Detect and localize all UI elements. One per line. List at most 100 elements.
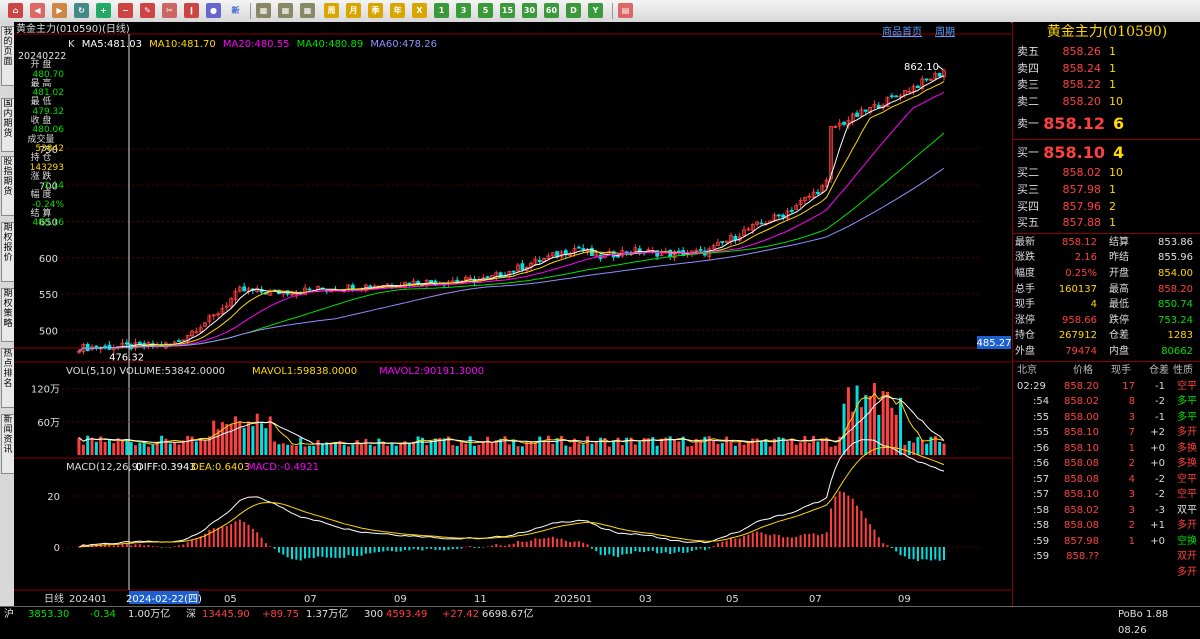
macd-bar: [238, 519, 241, 547]
sz-index[interactable]: 13445.90: [202, 607, 250, 623]
candle-body: [242, 286, 247, 292]
refresh-icon[interactable]: ↻: [74, 3, 89, 18]
ask-price[interactable]: 858.24: [1063, 61, 1102, 77]
k-label: K: [68, 39, 75, 50]
tools-icon[interactable]: ✂: [162, 3, 177, 18]
macd-bar: [382, 547, 385, 552]
home-icon[interactable]: ⌂: [8, 3, 23, 18]
bid-price[interactable]: 857.96: [1063, 199, 1102, 215]
x-tick-label: 03: [639, 594, 652, 605]
macd-bar: [130, 545, 133, 547]
volume-bar: [103, 441, 107, 455]
divider: [1013, 139, 1200, 141]
sidebar-tab[interactable]: 我的页面: [1, 26, 15, 86]
forward-icon[interactable]: ▶: [52, 3, 67, 18]
volume-bar: [868, 396, 872, 455]
candle-body: [307, 288, 312, 291]
zoom-in-icon[interactable]: +: [96, 3, 111, 18]
macd-bar: [869, 524, 872, 547]
news-icon[interactable]: ●: [206, 3, 221, 18]
sidebar-tab[interactable]: 国内期货: [1, 98, 15, 152]
macd-bar: [612, 547, 615, 557]
macd-bar: [417, 547, 420, 550]
period-button[interactable]: 5: [478, 3, 493, 18]
bid-price[interactable]: 858.10: [1043, 141, 1105, 165]
candle-body: [781, 214, 786, 218]
draw-icon[interactable]: ✎: [140, 3, 155, 18]
macd-bar: [782, 537, 785, 547]
period-button[interactable]: 年: [390, 3, 405, 18]
period-button[interactable]: 60: [544, 3, 559, 18]
back-icon[interactable]: ◀: [30, 3, 45, 18]
new-button[interactable]: 新: [228, 3, 243, 18]
sz-amount: 1.37万亿: [306, 609, 349, 620]
macd-bar: [138, 544, 141, 547]
ask-price[interactable]: 858.22: [1063, 77, 1102, 93]
commodity-home-link[interactable]: 商品首页: [882, 23, 922, 38]
stat-value: 160137: [1058, 283, 1097, 295]
zoom-out-icon[interactable]: −: [118, 3, 133, 18]
period-button[interactable]: 季: [368, 3, 383, 18]
x-tick-label: 07: [304, 594, 317, 605]
macd-bar: [816, 535, 819, 547]
macd-bar: [503, 545, 506, 547]
macd-bar: [534, 538, 537, 547]
sh-amount: 1.00万亿: [128, 609, 171, 620]
stat-row: 外盘 79474 内盘 80662: [1013, 344, 1200, 360]
sidebar-tab[interactable]: 新闻资讯: [1, 414, 15, 474]
candle-body: [720, 241, 725, 244]
period-button[interactable]: 1: [434, 3, 449, 18]
ask-price[interactable]: 858.26: [1063, 44, 1102, 60]
period-button[interactable]: 15: [500, 3, 515, 18]
volume-bar: [942, 443, 946, 455]
ask-price[interactable]: 858.20: [1063, 94, 1102, 110]
volume-bar: [916, 437, 920, 455]
volume-bar: [733, 445, 737, 455]
stat-value: 1283: [1167, 330, 1193, 342]
volume-bar: [125, 439, 129, 455]
sidebar-tab[interactable]: 热点排名: [1, 348, 15, 408]
macd-bar: [173, 546, 176, 547]
period-button[interactable]: 30: [522, 3, 537, 18]
layout-icon[interactable]: ▦: [256, 3, 271, 18]
candle-body: [124, 342, 129, 345]
macd-bar: [477, 547, 480, 548]
volume-bar: [725, 436, 729, 455]
indicator-icon[interactable]: ǀ: [184, 3, 199, 18]
calendar-icon[interactable]: ▤: [618, 3, 633, 18]
sidebar-tab[interactable]: 期权策略: [1, 288, 15, 342]
period-button[interactable]: D: [566, 3, 581, 18]
macd-bar: [273, 547, 276, 549]
period-button[interactable]: 月: [346, 3, 361, 18]
volume-bar: [907, 440, 911, 455]
x-tick-label: 07: [809, 594, 822, 605]
volume-bar: [242, 427, 246, 455]
csi300-amount: 6698.67亿: [482, 609, 534, 620]
ask-price[interactable]: 858.12: [1043, 112, 1105, 136]
macd-bar: [399, 547, 402, 552]
layout-icon[interactable]: ▦: [278, 3, 293, 18]
macd-bar: [929, 547, 932, 561]
bid-price[interactable]: 857.98: [1063, 182, 1102, 198]
sidebar-tab[interactable]: 期权报价: [1, 222, 15, 282]
sh-index[interactable]: 3853.30: [28, 607, 69, 623]
bid-price[interactable]: 857.88: [1063, 215, 1102, 231]
period-button[interactable]: 3: [456, 3, 471, 18]
period-button[interactable]: 周: [324, 3, 339, 18]
layout-icon[interactable]: ▦: [300, 3, 315, 18]
macd-bar: [829, 508, 832, 547]
sidebar-tab[interactable]: 股指期货: [1, 156, 15, 216]
period-button[interactable]: Y: [588, 3, 603, 18]
volume-bar: [620, 445, 624, 455]
candle-body: [485, 276, 490, 279]
bid-price[interactable]: 858.02: [1063, 165, 1102, 181]
macd-bar: [247, 524, 250, 547]
volume-bar: [286, 444, 290, 455]
period-button[interactable]: X: [412, 3, 427, 18]
volume-bar: [885, 391, 889, 455]
period-link[interactable]: 周期: [935, 23, 955, 38]
chart-area[interactable]: 750700650600550500862.10476.32485.27VOL(…: [14, 22, 1011, 606]
macd-value: MACD:-0.4921: [247, 462, 319, 473]
csi300-index[interactable]: 4593.49: [386, 607, 427, 623]
candle-body: [916, 85, 920, 88]
